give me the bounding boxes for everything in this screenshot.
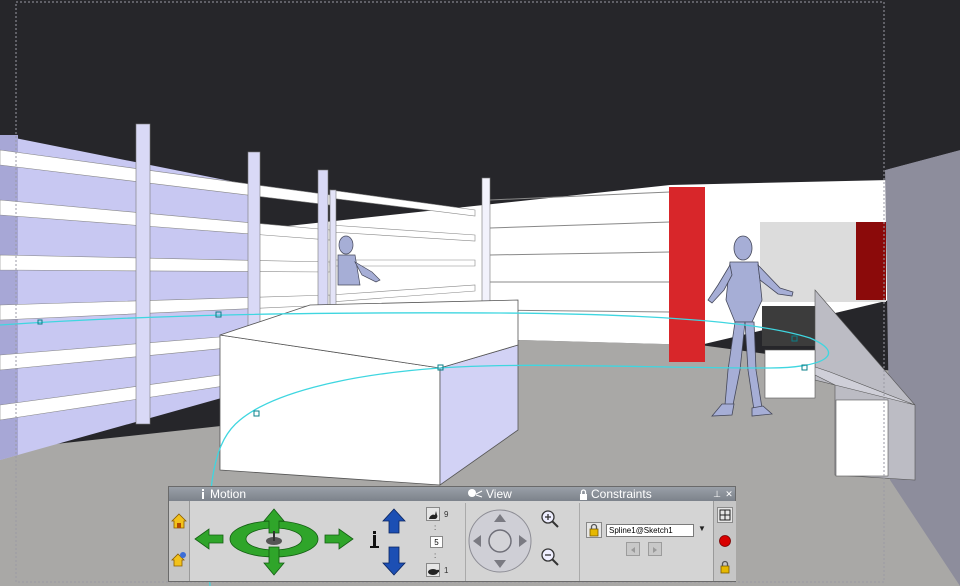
lock-icon	[589, 523, 599, 537]
speed-value[interactable]: 5	[430, 536, 443, 548]
constraints-label: Constraints	[591, 487, 652, 501]
slow-turtle-button[interactable]	[426, 563, 440, 577]
home-icon	[171, 513, 187, 529]
home-settings-icon	[171, 552, 186, 567]
speed-controls: 9 : 5 : 1	[423, 503, 463, 581]
constraints-controls: Spline1@Sketch1 ▼	[579, 503, 710, 581]
center-counter	[219, 299, 519, 486]
view-eye-icon	[468, 489, 483, 498]
fast-rabbit-icon	[429, 511, 438, 519]
grid-view-button[interactable]	[717, 507, 733, 523]
left-toolstrip	[169, 501, 190, 581]
chevron-down-icon[interactable]: ▼	[698, 524, 706, 533]
motion-label: Motion	[210, 487, 247, 501]
chevron-left-icon	[631, 547, 635, 553]
home-button[interactable]	[171, 513, 187, 529]
right-toolstrip	[713, 501, 736, 581]
zoom-in-button[interactable]	[540, 509, 560, 529]
constraint-next-button[interactable]	[648, 542, 662, 556]
lock-toggle-button[interactable]	[717, 559, 733, 575]
speed-max: 9	[444, 510, 449, 519]
view-header: View	[467, 487, 512, 501]
constraints-header: Constraints	[579, 487, 652, 501]
speed-dots-top: :	[434, 523, 437, 532]
chevron-right-icon	[653, 547, 657, 553]
speed-min: 1	[444, 566, 449, 575]
record-icon	[719, 535, 731, 547]
slow-turtle-icon	[428, 569, 440, 575]
grid-view-icon	[719, 509, 731, 521]
motion-controls	[191, 503, 423, 581]
record-button[interactable]	[717, 533, 733, 549]
pin-button[interactable]: ⊥	[712, 489, 722, 499]
home-settings-button[interactable]	[171, 551, 187, 567]
zoom-out-icon	[541, 548, 559, 566]
elevation-arrows-icon	[370, 508, 406, 576]
fast-rabbit-button[interactable]	[426, 507, 440, 521]
constraint-prev-button[interactable]	[626, 542, 640, 556]
close-button[interactable]: ✕	[724, 489, 734, 499]
motion-info-icon	[202, 489, 204, 499]
zoom-out-button[interactable]	[540, 547, 560, 567]
panel-header: Motion View Constraints ⊥ ✕	[169, 487, 735, 501]
lock-icon	[720, 560, 730, 574]
constraint-lock-button[interactable]	[586, 522, 602, 538]
speed-dots-bottom: :	[434, 551, 437, 560]
zoom-in-icon	[541, 510, 559, 528]
view-controls	[465, 503, 576, 581]
constraint-select[interactable]: Spline1@Sketch1	[606, 524, 694, 537]
motion-header: Motion	[199, 487, 246, 501]
view-label: View	[486, 487, 512, 501]
walk-direction-arrows-icon[interactable]	[191, 503, 423, 581]
walkthrough-panel: Motion View Constraints ⊥ ✕ 9: 5: 1 Sp…	[168, 486, 736, 582]
constraints-lock-icon	[580, 488, 587, 500]
